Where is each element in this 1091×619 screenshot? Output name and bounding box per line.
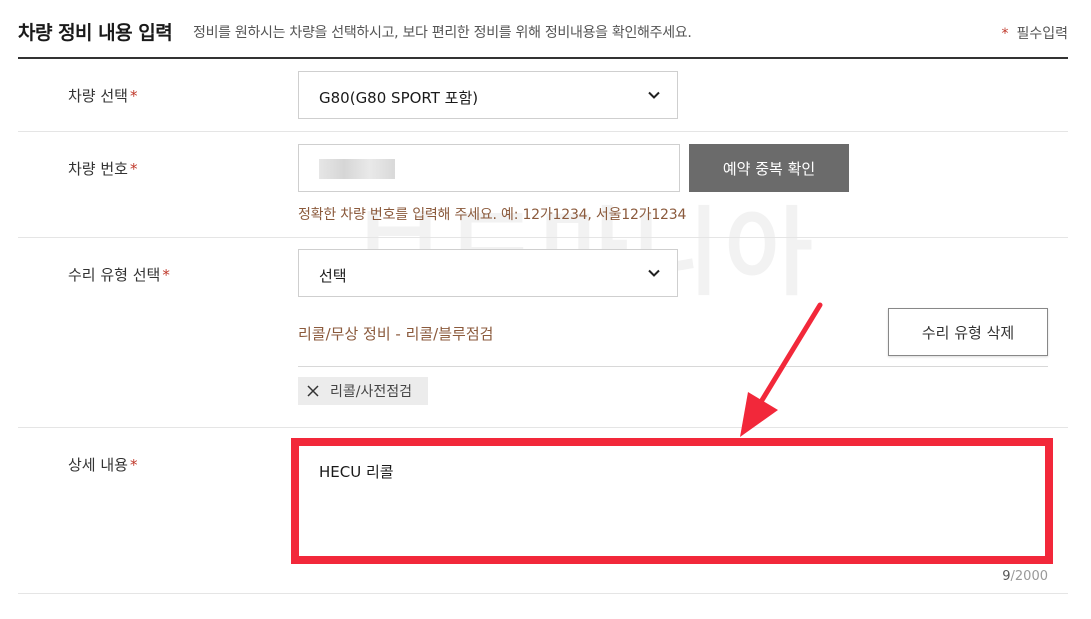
- vehicle-select-dropdown[interactable]: G80(G80 SPORT 포함): [298, 71, 678, 119]
- vehicle-number-input[interactable]: [298, 144, 680, 192]
- detail-label-text: 상세 내용: [68, 456, 128, 474]
- vehicle-number-row: 차량 번호 * 예약 중복 확인 정확한 차량 번호를 입력해 주세요. 예: 1…: [18, 132, 1068, 238]
- required-star: *: [162, 266, 170, 284]
- form-header: 차량 정비 내용 입력 정비를 원하시는 차량을 선택하시고, 보다 편리한 정…: [18, 0, 1068, 59]
- required-legend: * 필수입력: [1001, 23, 1068, 43]
- selected-repair-category: 리콜/무상 정비 - 리콜/블루점검: [298, 325, 494, 343]
- masked-plate-number: [319, 159, 395, 179]
- repair-type-label: 수리 유형 선택 *: [68, 264, 170, 285]
- character-count-current: 9: [1002, 569, 1011, 584]
- delete-repair-type-button[interactable]: 수리 유형 삭제: [888, 308, 1048, 356]
- detail-text: HECU 리콜: [319, 463, 394, 481]
- vehicle-select-label-text: 차량 선택: [68, 87, 128, 105]
- character-counter: 9/2000: [1002, 569, 1048, 584]
- required-star: *: [129, 160, 138, 178]
- repair-type-row: 수리 유형 선택 * 선택 리콜/무상 정비 - 리콜/블루점검 수리 유형 삭제…: [18, 238, 1068, 428]
- chevron-down-icon: [648, 91, 660, 99]
- detail-row: 상세 내용 * HECU 리콜 9/2000: [18, 428, 1068, 594]
- vehicle-number-label: 차량 번호 *: [68, 158, 137, 179]
- repair-type-tag-label: 리콜/사전점검: [330, 384, 412, 400]
- required-star: *: [1001, 26, 1009, 42]
- repair-type-label-text: 수리 유형 선택: [68, 266, 161, 284]
- page-description: 정비를 원하시는 차량을 선택하시고, 보다 편리한 정비를 위해 정비내용을 …: [193, 25, 692, 41]
- detail-label: 상세 내용 *: [68, 454, 137, 475]
- repair-type-value: 선택: [319, 267, 347, 285]
- repair-type-dropdown[interactable]: 선택: [298, 249, 678, 297]
- vehicle-select-value: G80(G80 SPORT 포함): [319, 89, 479, 107]
- required-star: *: [129, 456, 138, 474]
- chevron-down-icon: [648, 269, 660, 277]
- detail-textarea[interactable]: HECU 리콜: [298, 442, 1048, 562]
- reservation-duplicate-check-button[interactable]: 예약 중복 확인: [689, 144, 849, 192]
- repair-type-tag: 리콜/사전점검: [298, 377, 428, 405]
- character-count-max: /2000: [1010, 569, 1048, 584]
- close-icon[interactable]: [306, 384, 320, 398]
- vehicle-number-hint: 정확한 차량 번호를 입력해 주세요. 예: 12가1234, 서울12가123…: [298, 207, 687, 223]
- vehicle-number-label-text: 차량 번호: [68, 160, 128, 178]
- required-legend-label: 필수입력: [1016, 26, 1068, 42]
- required-star: *: [129, 87, 138, 105]
- page-title: 차량 정비 내용 입력: [18, 22, 173, 44]
- repair-type-divider: [298, 366, 1048, 367]
- vehicle-select-row: 차량 선택 * G80(G80 SPORT 포함): [18, 60, 1068, 132]
- vehicle-select-label: 차량 선택 *: [68, 85, 137, 106]
